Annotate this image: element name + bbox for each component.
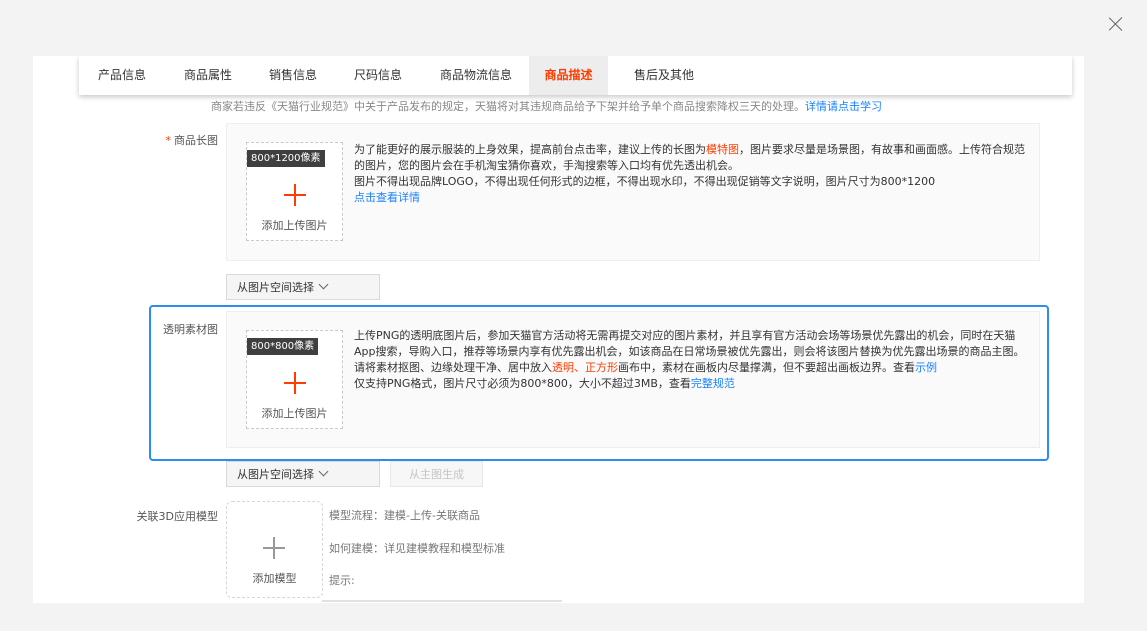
upload-label: 添加模型 — [252, 572, 297, 585]
tips-label: 提示: — [329, 574, 355, 587]
add-model-upload[interactable]: 添加模型 — [226, 501, 323, 598]
upload-label: 添加上传图片 — [261, 219, 328, 232]
learn-more-link[interactable]: 详情请点击学习 — [805, 100, 882, 113]
tab-product-info[interactable]: 产品信息 — [98, 56, 146, 95]
chevron-down-icon — [318, 279, 329, 290]
size-badge: 800*1200像素 — [247, 150, 325, 167]
tab-bar: 产品信息 商品属性 销售信息 尺码信息 商品物流信息 商品描述 售后及其他 — [79, 56, 1072, 95]
tab-sales-info[interactable]: 销售信息 — [269, 56, 317, 95]
desc-text-3: 画布中，素材在画板内尽量撑满，但不要超出画板边界。查看 — [618, 361, 915, 374]
transparent-image-description: 上传PNG的透明底图片后，参加天猫官方活动将无需再提交对应的图片素材，并且享有官… — [354, 306, 1034, 392]
model-image-highlight: 模特图 — [706, 143, 739, 156]
desc-text-4: 仅支持PNG格式，图片尺寸必须为800*800，大小不超过3MB，查看 — [354, 377, 691, 390]
generate-from-main-image-button[interactable]: 从主图生成 — [390, 461, 483, 487]
model-3d-label: 关联3D应用模型 — [136, 510, 218, 523]
desc-rules: 图片不得出现品牌LOGO，不得出现任何形式的边框，不得出现水印，不得出现促销等文… — [354, 175, 936, 188]
example-link[interactable]: 示例 — [915, 361, 937, 374]
select-from-image-space-button[interactable]: 从图片空间选择 — [226, 274, 380, 300]
size-badge: 800*800像素 — [247, 338, 319, 355]
violation-notice: 商家若违反《天猫行业规范》中关于产品发布的规定，天猫将对其违规商品给予下架并给予… — [211, 98, 882, 114]
notice-text: 商家若违反《天猫行业规范》中关于产品发布的规定，天猫将对其违规商品给予下架并给予… — [211, 100, 805, 113]
chevron-down-icon — [318, 466, 329, 477]
upload-label: 添加上传图片 — [261, 407, 328, 420]
tab-size-info[interactable]: 尺码信息 — [354, 56, 402, 95]
close-icon[interactable] — [1106, 14, 1126, 34]
cut-off-text — [322, 596, 562, 603]
plus-icon — [263, 537, 285, 559]
plus-icon — [284, 184, 306, 206]
transparent-image-label: 透明素材图 — [163, 323, 218, 336]
tab-product-description[interactable]: 商品描述 — [529, 56, 608, 95]
desc-text: 上传PNG的透明底图片后，参加天猫官方活动将无需再提交对应的图片素材，并且享有官… — [354, 329, 1025, 358]
long-image-section: 800*1200像素 添加上传图片 为了能更好的展示服装的上身效果，提高前台点击… — [226, 123, 1040, 261]
button-label: 从图片空间选择 — [237, 468, 314, 481]
long-image-upload[interactable]: 800*1200像素 添加上传图片 — [246, 142, 343, 241]
model-flow-text: 模型流程：建模-上传-关联商品 — [329, 509, 480, 522]
transparent-image-section: 800*800像素 添加上传图片 上传PNG的透明底图片后，参加天猫官方活动将无… — [226, 311, 1040, 448]
full-spec-link[interactable]: 完整规范 — [691, 377, 735, 390]
long-image-label-text: 商品长图 — [174, 134, 218, 147]
transparent-square-highlight: 透明、正方形 — [552, 361, 618, 374]
desc-text: 为了能更好的展示服装的上身效果，提高前台点击率，建议上传的长图为 — [354, 143, 706, 156]
long-image-label: * 商品长图 — [153, 132, 219, 148]
desc-text-2: 请将素材抠图、边缘处理干净、居中放入 — [354, 361, 552, 374]
tab-product-attributes[interactable]: 商品属性 — [184, 56, 232, 95]
how-to-model-text: 如何建模：详见建模教程和模型标准 — [329, 542, 505, 555]
transparent-image-upload[interactable]: 800*800像素 添加上传图片 — [246, 330, 343, 429]
button-label: 从图片空间选择 — [237, 281, 314, 294]
select-from-image-space-button-2[interactable]: 从图片空间选择 — [226, 461, 380, 487]
long-image-description: 为了能更好的展示服装的上身效果，提高前台点击率，建议上传的长图为模特图，图片要求… — [354, 142, 1034, 206]
tab-after-sales[interactable]: 售后及其他 — [634, 56, 694, 95]
required-mark: * — [165, 134, 172, 147]
view-details-link[interactable]: 点击查看详情 — [354, 191, 420, 204]
plus-icon — [284, 372, 306, 394]
tab-logistics-info[interactable]: 商品物流信息 — [440, 56, 512, 95]
product-edit-panel: 产品信息 商品属性 销售信息 尺码信息 商品物流信息 商品描述 售后及其他 商家… — [33, 56, 1084, 603]
